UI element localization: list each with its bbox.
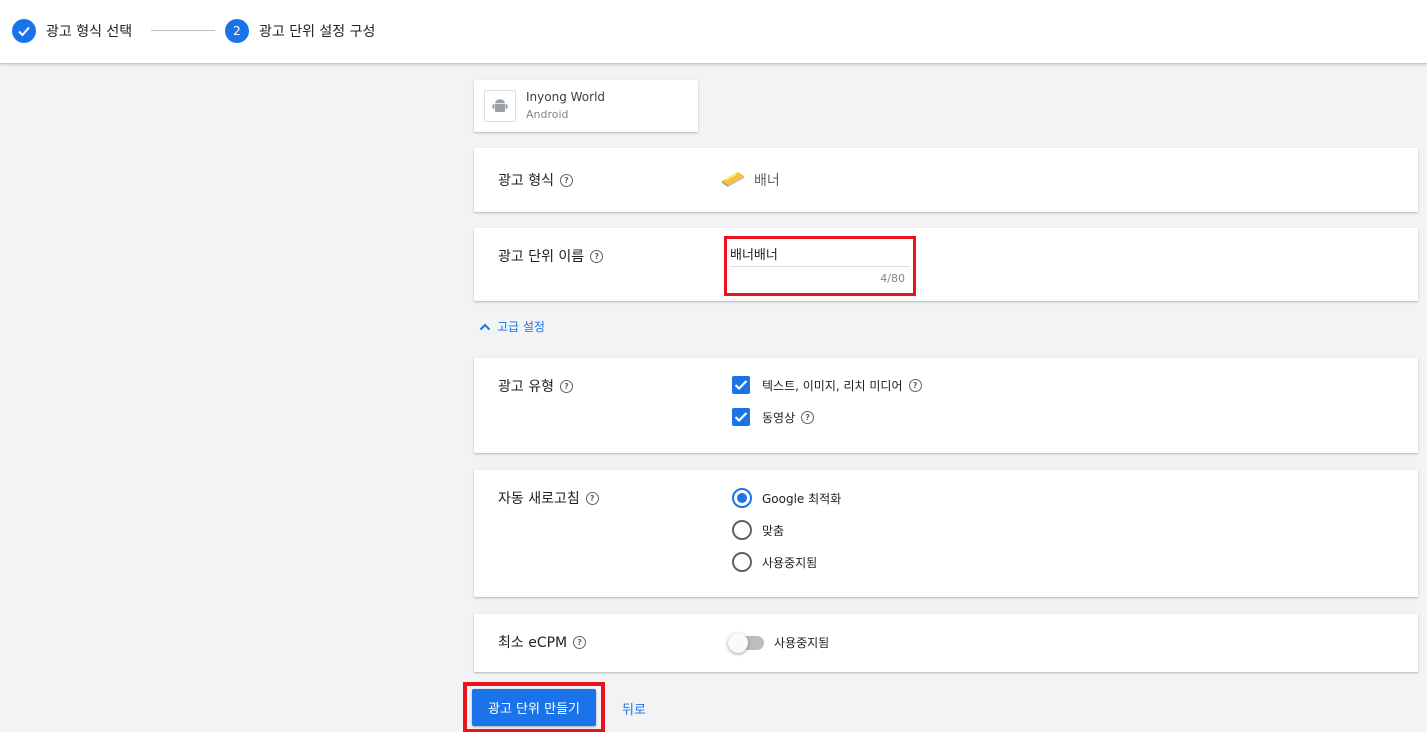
step-ad-unit-settings[interactable]: 2 광고 단위 설정 구성 xyxy=(225,18,375,43)
step-label: 광고 형식 선택 xyxy=(46,23,133,40)
char-counter: 4/80 xyxy=(880,272,905,285)
help-icon[interactable]: ? xyxy=(908,378,922,392)
help-icon[interactable]: ? xyxy=(573,635,587,649)
checkbox-label: 동영상 xyxy=(762,410,796,425)
help-icon[interactable]: ? xyxy=(585,491,599,505)
auto-refresh-option-disabled[interactable]: 사용중지됨 xyxy=(732,552,817,572)
toggle-label: 사용중지됨 xyxy=(774,636,830,650)
min-ecpm-label: 최소 eCPM? xyxy=(498,632,587,652)
ad-type-label: 광고 유형? xyxy=(498,376,573,396)
advanced-settings-toggle[interactable]: 고급 설정 xyxy=(479,318,545,335)
app-platform: Android xyxy=(526,108,569,121)
help-icon[interactable]: ? xyxy=(559,173,573,187)
step-ad-format[interactable]: 광고 형식 선택 xyxy=(12,18,132,43)
checkbox-checked-icon[interactable] xyxy=(732,408,750,426)
ad-unit-name-input[interactable] xyxy=(730,241,910,267)
create-ad-unit-button[interactable]: 광고 단위 만들기 xyxy=(472,689,596,726)
ad-unit-name-field-highlight: 4/80 xyxy=(724,236,916,296)
app-card: Inyong World Android xyxy=(474,80,698,132)
checkbox-checked-icon[interactable] xyxy=(732,376,750,394)
help-icon[interactable]: ? xyxy=(801,410,815,424)
toggle-knob xyxy=(728,632,748,653)
auto-refresh-label: 자동 새로고침? xyxy=(498,488,599,508)
radio-label: 맞춤 xyxy=(762,523,785,538)
toggle-switch[interactable] xyxy=(728,632,764,653)
min-ecpm-card: 최소 eCPM? 사용중지됨 xyxy=(474,614,1418,672)
advanced-settings-label: 고급 설정 xyxy=(497,320,545,334)
android-icon xyxy=(484,90,516,122)
auto-refresh-option-google[interactable]: Google 최적화 xyxy=(732,488,841,508)
step-connector xyxy=(151,30,215,31)
chevron-up-icon xyxy=(479,320,491,334)
step-label: 광고 단위 설정 구성 xyxy=(259,23,376,40)
checkmark-icon xyxy=(12,18,36,43)
radio-label: Google 최적화 xyxy=(762,491,842,506)
auto-refresh-option-custom[interactable]: 맞춤 xyxy=(732,520,784,540)
banner-icon xyxy=(720,168,746,192)
help-icon[interactable]: ? xyxy=(559,379,573,393)
step-number-badge: 2 xyxy=(225,18,249,43)
radio-unselected-icon[interactable] xyxy=(732,552,752,572)
help-icon[interactable]: ? xyxy=(590,249,604,263)
ad-format-card: 광고 형식? 배너 xyxy=(474,148,1418,212)
radio-selected-icon[interactable] xyxy=(732,488,752,508)
ad-unit-name-label: 광고 단위 이름? xyxy=(498,246,604,266)
app-name: Inyong World xyxy=(526,90,606,104)
radio-label: 사용중지됨 xyxy=(762,555,818,570)
radio-unselected-icon[interactable] xyxy=(732,520,752,540)
min-ecpm-toggle[interactable]: 사용중지됨 xyxy=(728,632,830,653)
ad-type-card: 광고 유형? 텍스트, 이미지, 리치 미디어 ? 동영상 ? xyxy=(474,358,1418,453)
ad-unit-name-card: 광고 단위 이름? 4/80 xyxy=(474,228,1418,301)
ad-type-option-rich-media[interactable]: 텍스트, 이미지, 리치 미디어 ? xyxy=(732,376,922,394)
stepper-bar: 광고 형식 선택 2 광고 단위 설정 구성 xyxy=(0,0,1427,64)
checkbox-label: 텍스트, 이미지, 리치 미디어 xyxy=(762,378,903,393)
back-button[interactable]: 뒤로 xyxy=(622,699,646,718)
ad-format-label: 광고 형식? xyxy=(498,170,573,190)
ad-format-value: 배너 xyxy=(720,168,780,192)
ad-type-option-video[interactable]: 동영상 ? xyxy=(732,408,815,426)
auto-refresh-card: 자동 새로고침? Google 최적화 맞춤 사용중지됨 xyxy=(474,470,1418,597)
create-button-highlight: 광고 단위 만들기 xyxy=(463,682,605,732)
